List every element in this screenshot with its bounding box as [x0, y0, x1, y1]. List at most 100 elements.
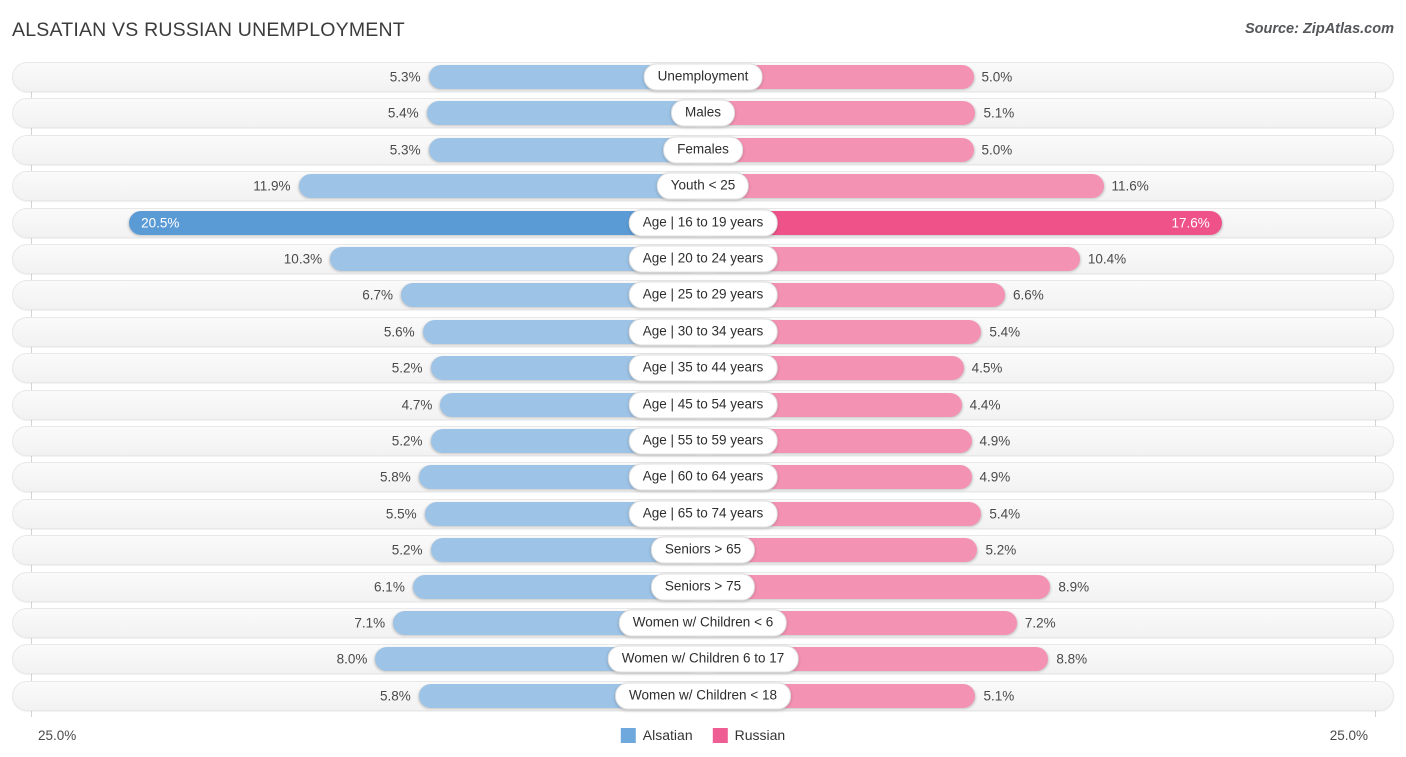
- bar-russian: [704, 210, 1222, 235]
- value-label-russian: 4.5%: [971, 360, 1003, 376]
- value-label-alsatian: 5.3%: [389, 69, 421, 85]
- table-row[interactable]: 5.8% 4.9% Age | 60 to 64 years: [12, 462, 1394, 493]
- table-row[interactable]: 8.0% 8.8% Women w/ Children 6 to 17: [12, 644, 1394, 675]
- category-label-pill[interactable]: Age | 20 to 24 years: [628, 245, 778, 273]
- row-inner: 5.3% 5.0% Females: [13, 136, 1393, 164]
- legend-item-alsatian[interactable]: Alsatian: [620, 727, 693, 743]
- category-label-pill[interactable]: Seniors > 65: [650, 536, 756, 564]
- legend-swatch-icon: [620, 727, 636, 743]
- category-label-pill[interactable]: Women w/ Children < 18: [615, 682, 791, 710]
- value-label-alsatian: 11.9%: [253, 178, 291, 194]
- table-row[interactable]: 5.4% 5.1% Males: [12, 98, 1394, 129]
- value-label-alsatian: 6.1%: [374, 578, 405, 594]
- table-row[interactable]: 5.5% 5.4% Age | 65 to 74 years: [12, 498, 1394, 529]
- value-label-russian: 5.1%: [983, 688, 1015, 704]
- value-label-russian: 8.8%: [1056, 651, 1088, 667]
- legend-label: Russian: [734, 727, 786, 743]
- value-label-russian: 17.6%: [1171, 214, 1210, 230]
- value-label-alsatian: 8.0%: [336, 651, 368, 667]
- table-row[interactable]: 5.3% 5.0% Females: [12, 134, 1394, 165]
- table-row[interactable]: 20.5% 17.6% Age | 16 to 19 years: [12, 207, 1394, 238]
- bar-alsatian: [426, 101, 704, 126]
- value-label-alsatian: 6.7%: [362, 287, 393, 303]
- table-row[interactable]: 6.1% 8.9% Seniors > 75: [12, 571, 1394, 602]
- value-label-alsatian: 20.5%: [141, 214, 180, 230]
- chart-container: ALSATIAN VS RUSSIAN UNEMPLOYMENT Source:…: [0, 0, 1406, 757]
- table-row[interactable]: 5.8% 5.1% Women w/ Children < 18: [12, 680, 1394, 711]
- value-label-russian: 4.9%: [979, 433, 1011, 449]
- value-label-russian: 5.0%: [981, 142, 1013, 158]
- value-label-russian: 8.9%: [1058, 578, 1090, 594]
- value-label-alsatian: 10.3%: [283, 251, 323, 267]
- value-label-russian: 5.0%: [981, 69, 1013, 85]
- value-label-alsatian: 7.1%: [354, 615, 386, 631]
- value-label-russian: 4.9%: [979, 469, 1011, 485]
- legend-swatch-icon: [712, 727, 728, 743]
- bar-rows: 5.3% 5.0% Unemployment 5.4% 5.1% Males 5.3% 5.0…: [0, 62, 1406, 717]
- bar-russian: [704, 101, 976, 126]
- value-label-alsatian: 5.6%: [383, 324, 415, 340]
- category-label-pill[interactable]: Age | 45 to 54 years: [628, 391, 778, 419]
- table-row[interactable]: 5.3% 5.0% Unemployment: [12, 62, 1394, 92]
- row-inner: 5.8% 5.1% Women w/ Children < 18: [13, 682, 1393, 710]
- category-label-pill[interactable]: Unemployment: [643, 63, 763, 91]
- value-label-alsatian: 5.3%: [389, 142, 421, 158]
- value-label-alsatian: 5.2%: [391, 542, 423, 558]
- table-row[interactable]: 7.1% 7.2% Women w/ Children < 6: [12, 608, 1394, 638]
- category-label-pill[interactable]: Males: [670, 99, 736, 127]
- category-label-pill[interactable]: Women w/ Children 6 to 17: [607, 645, 799, 673]
- category-label-pill[interactable]: Age | 60 to 64 years: [628, 463, 778, 491]
- category-label-pill[interactable]: Seniors > 75: [650, 573, 756, 601]
- category-label-pill[interactable]: Youth < 25: [656, 172, 750, 200]
- source-attribution: Source: ZipAtlas.com: [1244, 21, 1394, 37]
- value-label-alsatian: 5.4%: [387, 105, 419, 121]
- value-label-russian: 7.2%: [1024, 615, 1056, 631]
- chart-header: ALSATIAN VS RUSSIAN UNEMPLOYMENT Source:…: [0, 0, 1406, 62]
- row-inner: 5.4% 5.1% Males: [13, 99, 1393, 127]
- row-inner: 5.2% 4.9% Age | 55 to 59 years: [13, 427, 1393, 455]
- bar-russian: [704, 137, 974, 162]
- category-label-pill[interactable]: Age | 35 to 44 years: [628, 354, 778, 382]
- category-label-pill[interactable]: Age | 55 to 59 years: [628, 427, 778, 455]
- table-row[interactable]: 5.2% 5.2% Seniors > 65: [12, 535, 1394, 566]
- category-label-pill[interactable]: Age | 16 to 19 years: [628, 209, 778, 237]
- plot-area: 5.3% 5.0% Unemployment 5.4% 5.1% Males 5.3% 5.0…: [0, 62, 1406, 717]
- value-label-alsatian: 5.5%: [385, 506, 417, 522]
- row-inner: 8.0% 8.8% Women w/ Children 6 to 17: [13, 645, 1393, 673]
- value-label-russian: 5.4%: [989, 324, 1021, 340]
- row-inner: 10.3% 10.4% Age | 20 to 24 years: [13, 245, 1393, 273]
- table-row[interactable]: 5.2% 4.5% Age | 35 to 44 years: [12, 353, 1394, 384]
- legend-label: Alsatian: [642, 727, 693, 743]
- table-row[interactable]: 4.7% 4.4% Age | 45 to 54 years: [12, 389, 1394, 420]
- category-label-pill[interactable]: Women w/ Children < 6: [618, 609, 788, 637]
- row-inner: 5.8% 4.9% Age | 60 to 64 years: [13, 463, 1393, 491]
- category-label-pill[interactable]: Age | 25 to 29 years: [628, 281, 778, 309]
- value-label-russian: 5.1%: [983, 105, 1015, 121]
- bar-alsatian: [129, 210, 704, 235]
- table-row[interactable]: 11.9% 11.6% Youth < 25: [12, 171, 1394, 202]
- value-label-alsatian: 5.8%: [379, 688, 411, 704]
- value-label-russian: 10.4%: [1087, 251, 1127, 267]
- chart-legend: Alsatian Russian: [620, 727, 786, 743]
- value-label-alsatian: 5.2%: [391, 360, 423, 376]
- category-label-pill[interactable]: Age | 30 to 34 years: [628, 318, 778, 346]
- row-inner: 5.6% 5.4% Age | 30 to 34 years: [13, 318, 1393, 346]
- row-inner: 5.5% 5.4% Age | 65 to 74 years: [13, 500, 1393, 528]
- value-label-russian: 5.2%: [985, 542, 1017, 558]
- table-row[interactable]: 10.3% 10.4% Age | 20 to 24 years: [12, 244, 1394, 274]
- bar-russian: [704, 174, 1104, 199]
- value-label-alsatian: 5.8%: [379, 469, 411, 485]
- value-label-alsatian: 4.7%: [401, 396, 433, 412]
- table-row[interactable]: 6.7% 6.6% Age | 25 to 29 years: [12, 280, 1394, 311]
- table-row[interactable]: 5.2% 4.9% Age | 55 to 59 years: [12, 426, 1394, 456]
- row-inner: 20.5% 17.6% Age | 16 to 19 years: [13, 209, 1393, 237]
- axis-max-label-right: 25.0%: [1329, 728, 1368, 743]
- category-label-pill[interactable]: Females: [663, 136, 743, 164]
- legend-item-russian[interactable]: Russian: [712, 727, 786, 743]
- value-label-russian: 11.6%: [1111, 178, 1149, 194]
- category-label-pill[interactable]: Age | 65 to 74 years: [628, 500, 778, 528]
- row-inner: 11.9% 11.6% Youth < 25: [13, 172, 1393, 200]
- value-label-russian: 4.4%: [969, 396, 1001, 412]
- bar-alsatian: [298, 174, 704, 199]
- table-row[interactable]: 5.6% 5.4% Age | 30 to 34 years: [12, 316, 1394, 347]
